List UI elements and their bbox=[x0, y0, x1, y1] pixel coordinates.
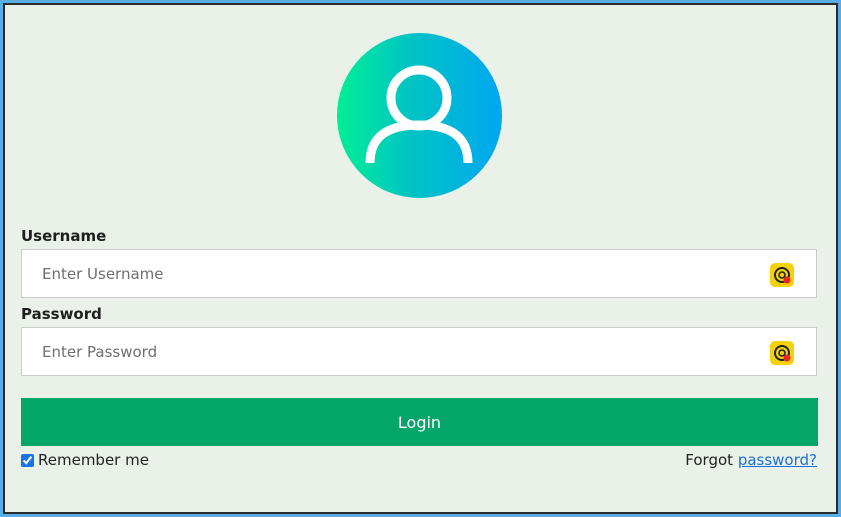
password-input[interactable] bbox=[22, 328, 816, 375]
username-input[interactable] bbox=[22, 250, 816, 297]
remember-me-checkbox[interactable] bbox=[21, 453, 34, 467]
username-field-container bbox=[21, 249, 817, 298]
forgot-password-link[interactable]: password? bbox=[738, 451, 817, 469]
user-icon bbox=[365, 65, 473, 164]
password-manager-icon[interactable] bbox=[770, 263, 794, 287]
remember-me[interactable]: Remember me bbox=[21, 451, 149, 469]
password-manager-icon[interactable] bbox=[770, 341, 794, 365]
window-frame: Username Password Login bbox=[3, 3, 838, 514]
password-label: Password bbox=[21, 305, 102, 323]
forgot-password: Forgot password? bbox=[685, 451, 817, 469]
avatar bbox=[337, 33, 502, 198]
password-field-container bbox=[21, 327, 817, 376]
username-label: Username bbox=[21, 227, 107, 245]
login-button[interactable]: Login bbox=[21, 398, 818, 446]
remember-me-label: Remember me bbox=[38, 451, 149, 469]
forgot-prefix: Forgot bbox=[685, 451, 734, 469]
login-panel: Username Password Login bbox=[5, 5, 836, 512]
